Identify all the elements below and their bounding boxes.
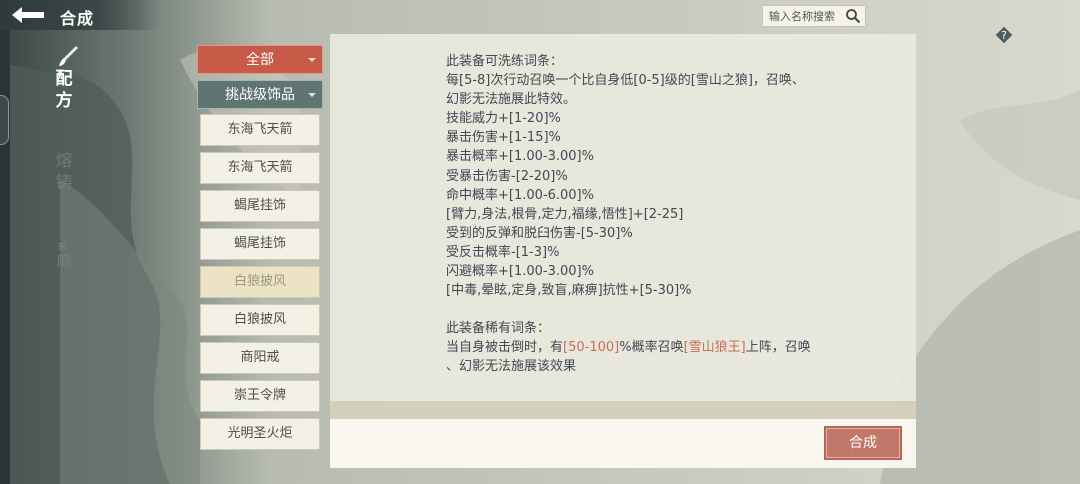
list-item[interactable]: 东海飞天箭 <box>200 114 320 146</box>
rare-text: 上阵，召唤 <box>745 340 811 356</box>
side-drawer-handle[interactable] <box>0 95 9 145</box>
tab-grind[interactable]: 磨 <box>52 250 76 272</box>
back-arrow-icon[interactable] <box>8 4 48 26</box>
list-item[interactable]: 蝎尾挂饰 <box>200 190 320 222</box>
search-placeholder: 输入名称搜索 <box>769 10 835 23</box>
stat-line: 受反击概率-[1-3]% <box>446 244 560 260</box>
rare-line: 、幻影无法施展该效果 <box>446 359 577 375</box>
refine-title: 此装备可洗练词条： <box>446 54 564 69</box>
list-item[interactable]: 光明圣火炬 <box>200 418 320 450</box>
top-bar: 合成 <box>0 0 160 30</box>
chevron-down-icon <box>308 93 316 97</box>
svg-text:?: ? <box>1001 29 1007 42</box>
stat-line: [中毒,晕眩,定身,致盲,麻痹]抗性+[5-30]% <box>446 283 692 299</box>
category-tier-label: 挑战级饰品 <box>225 87 295 103</box>
list-item[interactable]: 东海飞天箭 <box>200 152 320 184</box>
stat-line: 受暴击伤害-[2-20]% <box>446 168 568 184</box>
search-icon[interactable] <box>845 8 861 24</box>
stat-line: 命中概率+[1.00-6.00]% <box>446 187 594 203</box>
search-input[interactable]: 输入名称搜索 <box>762 5 866 27</box>
tab-casting[interactable]: 熔铸 <box>52 150 76 194</box>
panel-footer: 合成 <box>330 419 916 468</box>
craft-button[interactable]: 合成 <box>826 428 900 458</box>
list-item-selected[interactable]: 白狼披风 <box>200 266 320 298</box>
chevron-down-icon <box>308 58 316 62</box>
rare-text: %概率召唤 <box>619 340 684 356</box>
list-item[interactable]: 白狼披风 <box>200 304 320 336</box>
refine-line: 每[5-8]次行动召唤一个比自身低[0-5]级的[雪山之狼]，召唤、 <box>446 73 805 89</box>
panel-divider <box>330 401 916 419</box>
category-tier-dropdown[interactable]: 挑战级饰品 <box>197 80 323 109</box>
rare-chance: [50-100] <box>563 340 620 356</box>
rare-line: 当自身被击倒时，有[50-100]%概率召唤[雪山狼王]上阵，召唤 <box>446 338 896 357</box>
page-title: 合成 <box>60 9 95 28</box>
stat-line: 闪避概率+[1.00-3.00]% <box>446 264 594 280</box>
description-text: 此装备可洗练词条： 每[5-8]次行动召唤一个比自身低[0-5]级的[雪山之狼]… <box>446 52 896 377</box>
stat-line: 暴击伤害+[1-15]% <box>446 130 561 146</box>
description-panel: 此装备可洗练词条： 每[5-8]次行动召唤一个比自身低[0-5]级的[雪山之狼]… <box>330 34 916 468</box>
list-item[interactable]: 蝎尾挂饰 <box>200 228 320 260</box>
tab-recipe[interactable]: 配方 <box>52 68 76 112</box>
list-item[interactable]: 商阳戒 <box>200 342 320 374</box>
stat-line: 技能威力+[1-20]% <box>446 111 561 127</box>
brush-icon <box>59 46 78 66</box>
rare-title: 此装备稀有词条： <box>446 321 551 337</box>
rare-text: 当自身被击倒时，有 <box>446 340 564 356</box>
category-all-dropdown[interactable]: 全部 <box>197 45 323 74</box>
list-item[interactable]: 崇王令牌 <box>200 380 320 412</box>
category-all-label: 全部 <box>246 52 274 68</box>
rare-summon: [雪山狼王] <box>683 340 746 356</box>
refine-line: 幻影无法施展此特效。 <box>446 92 577 108</box>
stat-line: 受到的反弹和脱臼伤害-[5-30]% <box>446 225 633 241</box>
stat-line: [臂力,身法,根骨,定力,福缘,悟性]+[2-25] <box>446 206 684 222</box>
stat-line: 暴击概率+[1.00-3.00]% <box>446 149 594 165</box>
help-icon[interactable]: ? <box>994 25 1014 45</box>
